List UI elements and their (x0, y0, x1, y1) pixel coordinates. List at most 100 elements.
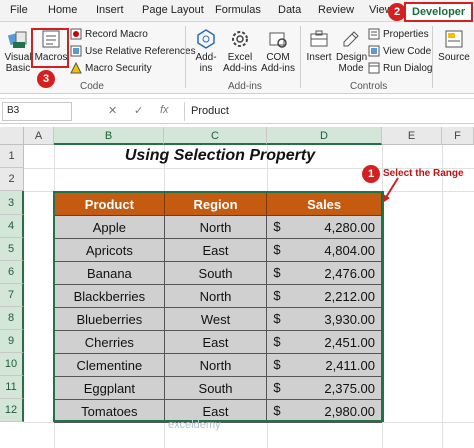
product-cell[interactable]: Eggplant (54, 376, 165, 400)
run-dialog-button[interactable]: Run Dialog (368, 62, 432, 74)
table-row: Clementine North $2,411.00 (54, 353, 382, 377)
product-cell[interactable]: Banana (54, 261, 165, 285)
region-cell[interactable]: North (163, 215, 268, 239)
select-all-corner[interactable] (0, 127, 24, 145)
sales-cell[interactable]: $4,804.00 (266, 238, 382, 262)
view-code-button[interactable]: View Code (368, 45, 431, 57)
tab-insert[interactable]: Insert (96, 4, 124, 16)
region-cell[interactable]: East (163, 238, 268, 262)
fx-icon[interactable]: fx (160, 104, 169, 116)
tab-page-layout[interactable]: Page Layout (142, 4, 204, 16)
record-macro-button[interactable]: Record Macro (70, 28, 148, 40)
code-group-label: Code (80, 81, 104, 92)
visual-basic-icon (7, 31, 27, 48)
row-header-1[interactable]: 1 (0, 145, 24, 168)
header-sales[interactable]: Sales (266, 192, 382, 216)
table-row: Eggplant South $2,375.00 (54, 376, 382, 400)
cancel-icon[interactable]: ✕ (108, 104, 117, 117)
xml-source-icon (445, 30, 463, 48)
properties-button[interactable]: Properties (368, 28, 429, 40)
region-cell[interactable]: North (163, 353, 268, 377)
com-add-ins-button[interactable]: COM Add-ins (260, 28, 296, 74)
sales-cell[interactable]: $3,930.00 (266, 307, 382, 331)
column-header-b[interactable]: B (54, 127, 164, 145)
tab-formulas[interactable]: Formulas (215, 4, 261, 16)
name-box[interactable]: B3 (2, 102, 72, 121)
product-cell[interactable]: Clementine (54, 353, 165, 377)
tab-file[interactable]: File (10, 4, 28, 16)
sales-cell[interactable]: $2,451.00 (266, 330, 382, 354)
visual-basic-button[interactable]: Visual Basic (4, 28, 32, 74)
region-cell[interactable]: East (163, 330, 268, 354)
table-row: Apple North $4,280.00 (54, 215, 382, 239)
formula-input[interactable]: Product (184, 102, 472, 121)
tab-review[interactable]: Review (318, 4, 354, 16)
row-header-5[interactable]: 5 (0, 238, 24, 261)
sales-value: 2,476.00 (324, 265, 375, 281)
row-header-4[interactable]: 4 (0, 215, 24, 238)
column-header-f[interactable]: F (442, 127, 474, 145)
row-header-11[interactable]: 11 (0, 376, 24, 399)
row-header-12[interactable]: 12 (0, 399, 24, 422)
sales-cell[interactable]: $2,375.00 (266, 376, 382, 400)
sales-value: 2,451.00 (324, 334, 375, 350)
sales-cell[interactable]: $2,411.00 (266, 353, 382, 377)
sales-cell[interactable]: $2,476.00 (266, 261, 382, 285)
sales-cell[interactable]: $2,980.00 (266, 399, 382, 423)
currency-symbol: $ (273, 380, 281, 395)
insert-control-button[interactable]: Insert (304, 28, 334, 63)
currency-symbol: $ (273, 288, 281, 303)
currency-symbol: $ (273, 403, 281, 418)
row-header-3[interactable]: 3 (0, 191, 24, 215)
tab-developer[interactable]: Developer (404, 2, 474, 22)
use-relative-references-button[interactable]: Use Relative References (70, 45, 196, 57)
tab-home[interactable]: Home (48, 4, 77, 16)
add-ins-button[interactable]: Add- ins (192, 28, 220, 74)
table-row: Blackberries North $2,212.00 (54, 284, 382, 308)
product-cell[interactable]: Cherries (54, 330, 165, 354)
sales-value: 2,411.00 (325, 357, 375, 373)
design-mode-button[interactable]: Design Mode (336, 28, 367, 74)
step-badge-3: 3 (37, 70, 55, 88)
row-header-2[interactable]: 2 (0, 168, 24, 191)
source-button[interactable]: Source (436, 28, 472, 63)
sales-value: 2,375.00 (324, 380, 375, 396)
product-cell[interactable]: Blackberries (54, 284, 165, 308)
excel-add-ins-button[interactable]: Excel Add-ins (222, 28, 258, 74)
gear-icon (232, 31, 248, 47)
product-cell[interactable]: Apple (54, 215, 165, 239)
column-header-e[interactable]: E (382, 127, 442, 145)
row-header-7[interactable]: 7 (0, 284, 24, 307)
column-header-c[interactable]: C (164, 127, 267, 145)
header-region[interactable]: Region (163, 192, 268, 216)
row-header-10[interactable]: 10 (0, 353, 24, 376)
macro-security-button[interactable]: Macro Security (70, 62, 152, 74)
sales-table: Product Region Sales Apple North $4,280.… (54, 192, 382, 423)
region-cell[interactable]: South (163, 261, 268, 285)
product-cell[interactable]: Apricots (54, 238, 165, 262)
row-header-6[interactable]: 6 (0, 261, 24, 284)
design-mode-icon (343, 31, 359, 47)
table-header-row: Product Region Sales (54, 192, 382, 216)
sales-cell[interactable]: $4,280.00 (266, 215, 382, 239)
row-header-9[interactable]: 9 (0, 330, 24, 353)
tab-data[interactable]: Data (278, 4, 301, 16)
region-cell[interactable]: South (163, 376, 268, 400)
sales-value: 4,280.00 (324, 219, 375, 235)
group-separator (300, 26, 301, 88)
row-header-8[interactable]: 8 (0, 307, 24, 330)
group-separator (185, 26, 186, 88)
product-cell[interactable]: Tomatoes (54, 399, 165, 423)
product-cell[interactable]: Blueberries (54, 307, 165, 331)
header-product[interactable]: Product (54, 192, 165, 216)
sales-cell[interactable]: $2,212.00 (266, 284, 382, 308)
relative-references-icon (70, 45, 82, 57)
region-cell[interactable]: West (163, 307, 268, 331)
region-cell[interactable]: North (163, 284, 268, 308)
enter-icon[interactable]: ✓ (134, 104, 143, 117)
currency-symbol: $ (273, 311, 281, 326)
column-header-d[interactable]: D (267, 127, 382, 145)
sales-value: 3,930.00 (324, 311, 375, 327)
toolbox-icon (310, 30, 328, 47)
column-header-a[interactable]: A (24, 127, 54, 145)
